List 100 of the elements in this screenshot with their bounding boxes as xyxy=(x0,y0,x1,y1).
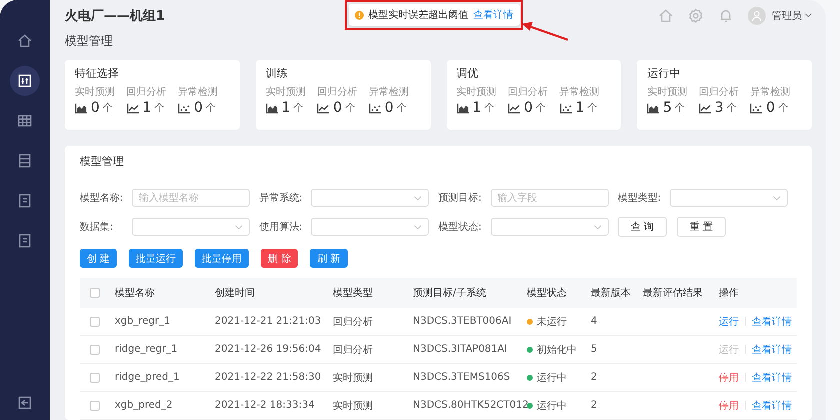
chevron-down-icon xyxy=(414,224,422,230)
select-field[interactable] xyxy=(311,189,430,207)
column-header: 最新版本 xyxy=(591,286,632,300)
run-link[interactable]: 运行 xyxy=(719,314,739,328)
metric-label: 回归分析 xyxy=(698,86,740,99)
card-title: 训练 xyxy=(266,66,289,81)
home-icon[interactable] xyxy=(17,33,33,49)
metric-label: 实时预测 xyxy=(75,86,116,99)
text-input-field[interactable]: 输入模型名称 xyxy=(132,189,250,207)
metric-unit: 个 xyxy=(726,102,737,115)
select-all-checkbox[interactable] xyxy=(90,288,100,298)
metric-value: 3 xyxy=(714,100,724,116)
filter-button[interactable]: 查 询 xyxy=(618,217,667,237)
action-button[interactable]: 批量停用 xyxy=(195,249,250,268)
action-button[interactable]: 刷 新 xyxy=(310,249,348,268)
metric-label: 异常检测 xyxy=(178,86,220,99)
metric-value: 0 xyxy=(91,100,100,116)
table-cell-text: ridge_regr_1 xyxy=(115,344,179,355)
table-cell: N3DCS.80HTK52CT012 xyxy=(413,400,527,411)
grid-icon[interactable] xyxy=(17,113,33,129)
chevron-down-icon xyxy=(235,224,243,230)
metric-value: 0 xyxy=(333,100,342,116)
scatter-chart-icon xyxy=(368,102,382,114)
metric-label: 异常检测 xyxy=(750,86,792,99)
select-field[interactable] xyxy=(490,218,608,236)
line-chart-icon xyxy=(508,102,522,114)
list-icon[interactable] xyxy=(17,153,33,169)
column-header: 最新评估结果 xyxy=(643,286,704,300)
section-title: 模型管理 xyxy=(65,33,114,50)
action-button[interactable]: 批量运行 xyxy=(129,249,184,268)
status-text: 初始化中 xyxy=(537,344,577,356)
user-avatar[interactable] xyxy=(748,6,766,24)
filter-label: 模型名称: xyxy=(80,192,124,205)
action-button[interactable]: 删 除 xyxy=(261,249,298,268)
table-cell-text: N3DCS.3ITAP081AI xyxy=(413,344,508,355)
chevron-down-icon xyxy=(594,224,602,230)
document-icon[interactable] xyxy=(17,193,33,209)
metric-value: 1 xyxy=(576,100,585,116)
select-field[interactable] xyxy=(311,218,430,236)
select-field[interactable] xyxy=(670,189,788,207)
stop-link[interactable]: 停用 xyxy=(719,370,739,384)
column-header: 模型类型 xyxy=(333,286,374,300)
table-cell-text: N3DCS.3TEBT006AI xyxy=(413,316,513,327)
action-button[interactable]: 创 建 xyxy=(80,249,118,268)
filter-label: 数据集: xyxy=(80,221,114,234)
table-cell-text: 4 xyxy=(591,316,598,327)
view-details-link[interactable]: 查看详情 xyxy=(752,398,792,412)
panel-title: 模型管理 xyxy=(80,154,125,169)
line-chart-icon xyxy=(317,102,330,114)
filter-label: 模型类型: xyxy=(618,192,662,205)
logout-icon[interactable] xyxy=(17,395,33,411)
metric-label: 异常检测 xyxy=(368,86,410,99)
area-chart-icon xyxy=(75,102,88,114)
warning-icon xyxy=(354,10,364,20)
metric-unit: 个 xyxy=(396,102,407,115)
filter-label: 模型状态: xyxy=(438,220,483,234)
metric-label: 实时预测 xyxy=(647,86,688,99)
row-checkbox[interactable] xyxy=(90,400,100,410)
metric-label: 回归分析 xyxy=(508,86,550,99)
notification-bell-icon[interactable] xyxy=(718,8,734,24)
filter-button[interactable]: 重 置 xyxy=(676,217,726,237)
page-header-title: 火电厂——机组1 xyxy=(65,8,166,24)
view-details-link[interactable]: 查看详情 xyxy=(752,314,792,328)
card-title: 特征选择 xyxy=(75,66,120,81)
status-text: 未运行 xyxy=(537,316,567,328)
row-checkbox[interactable] xyxy=(90,316,100,326)
metric-unit: 个 xyxy=(294,102,304,115)
user-menu[interactable]: 管理员 xyxy=(772,8,812,22)
metric-label: 回归分析 xyxy=(317,86,358,99)
view-details-link[interactable]: 查看详情 xyxy=(752,342,792,356)
metric-value: 0 xyxy=(524,100,533,116)
select-field[interactable] xyxy=(132,218,250,236)
sliders-icon[interactable] xyxy=(17,73,33,89)
row-checkbox[interactable] xyxy=(90,344,100,354)
table-cell-text: ridge_pred_1 xyxy=(115,372,181,383)
metric-unit: 个 xyxy=(206,102,216,115)
column-header: 操作 xyxy=(719,287,740,300)
document-icon[interactable] xyxy=(17,233,33,249)
metric-unit: 个 xyxy=(154,102,164,115)
view-details-link[interactable]: 查看详情 xyxy=(474,8,514,22)
table-cell-text: 2021-12-22 21:58:30 xyxy=(215,372,322,383)
metric-unit: 个 xyxy=(536,102,546,115)
column-header: 创建时间 xyxy=(215,286,256,300)
chevron-down-icon xyxy=(805,13,812,18)
view-details-link[interactable]: 查看详情 xyxy=(752,370,792,384)
metric-value: 0 xyxy=(384,100,394,116)
metric-label: 异常检测 xyxy=(560,86,601,99)
area-chart-icon xyxy=(266,102,279,114)
table-cell-text: N3DCS.3TEMS106S xyxy=(413,372,512,383)
settings-icon[interactable] xyxy=(688,8,704,24)
table-cell-text: 2021-12-2 18:33:34 xyxy=(215,400,316,411)
text-input-field[interactable]: 输入字段 xyxy=(490,189,608,207)
toast-message: 模型实时误差超出阈值 xyxy=(368,8,468,22)
metric-unit: 个 xyxy=(345,102,356,115)
filter-label: 异常系统: xyxy=(259,192,304,205)
metric-unit: 个 xyxy=(484,102,494,115)
area-chart-icon xyxy=(647,102,660,114)
row-checkbox[interactable] xyxy=(90,372,100,382)
metric-value: 1 xyxy=(282,100,291,116)
stop-link[interactable]: 停用 xyxy=(719,398,739,412)
